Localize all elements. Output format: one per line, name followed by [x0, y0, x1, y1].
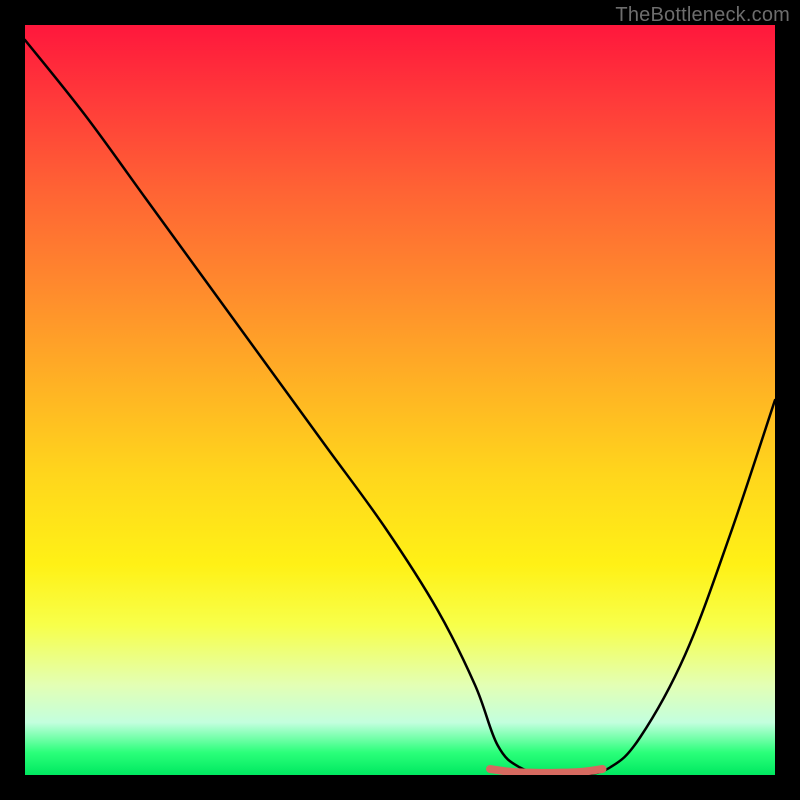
watermark-text: TheBottleneck.com — [615, 4, 790, 27]
chart-frame: TheBottleneck.com — [0, 0, 800, 800]
bottleneck-curve — [25, 40, 775, 775]
flat-region-marker — [490, 769, 603, 773]
chart-svg — [25, 25, 775, 775]
plot-area — [25, 25, 775, 775]
